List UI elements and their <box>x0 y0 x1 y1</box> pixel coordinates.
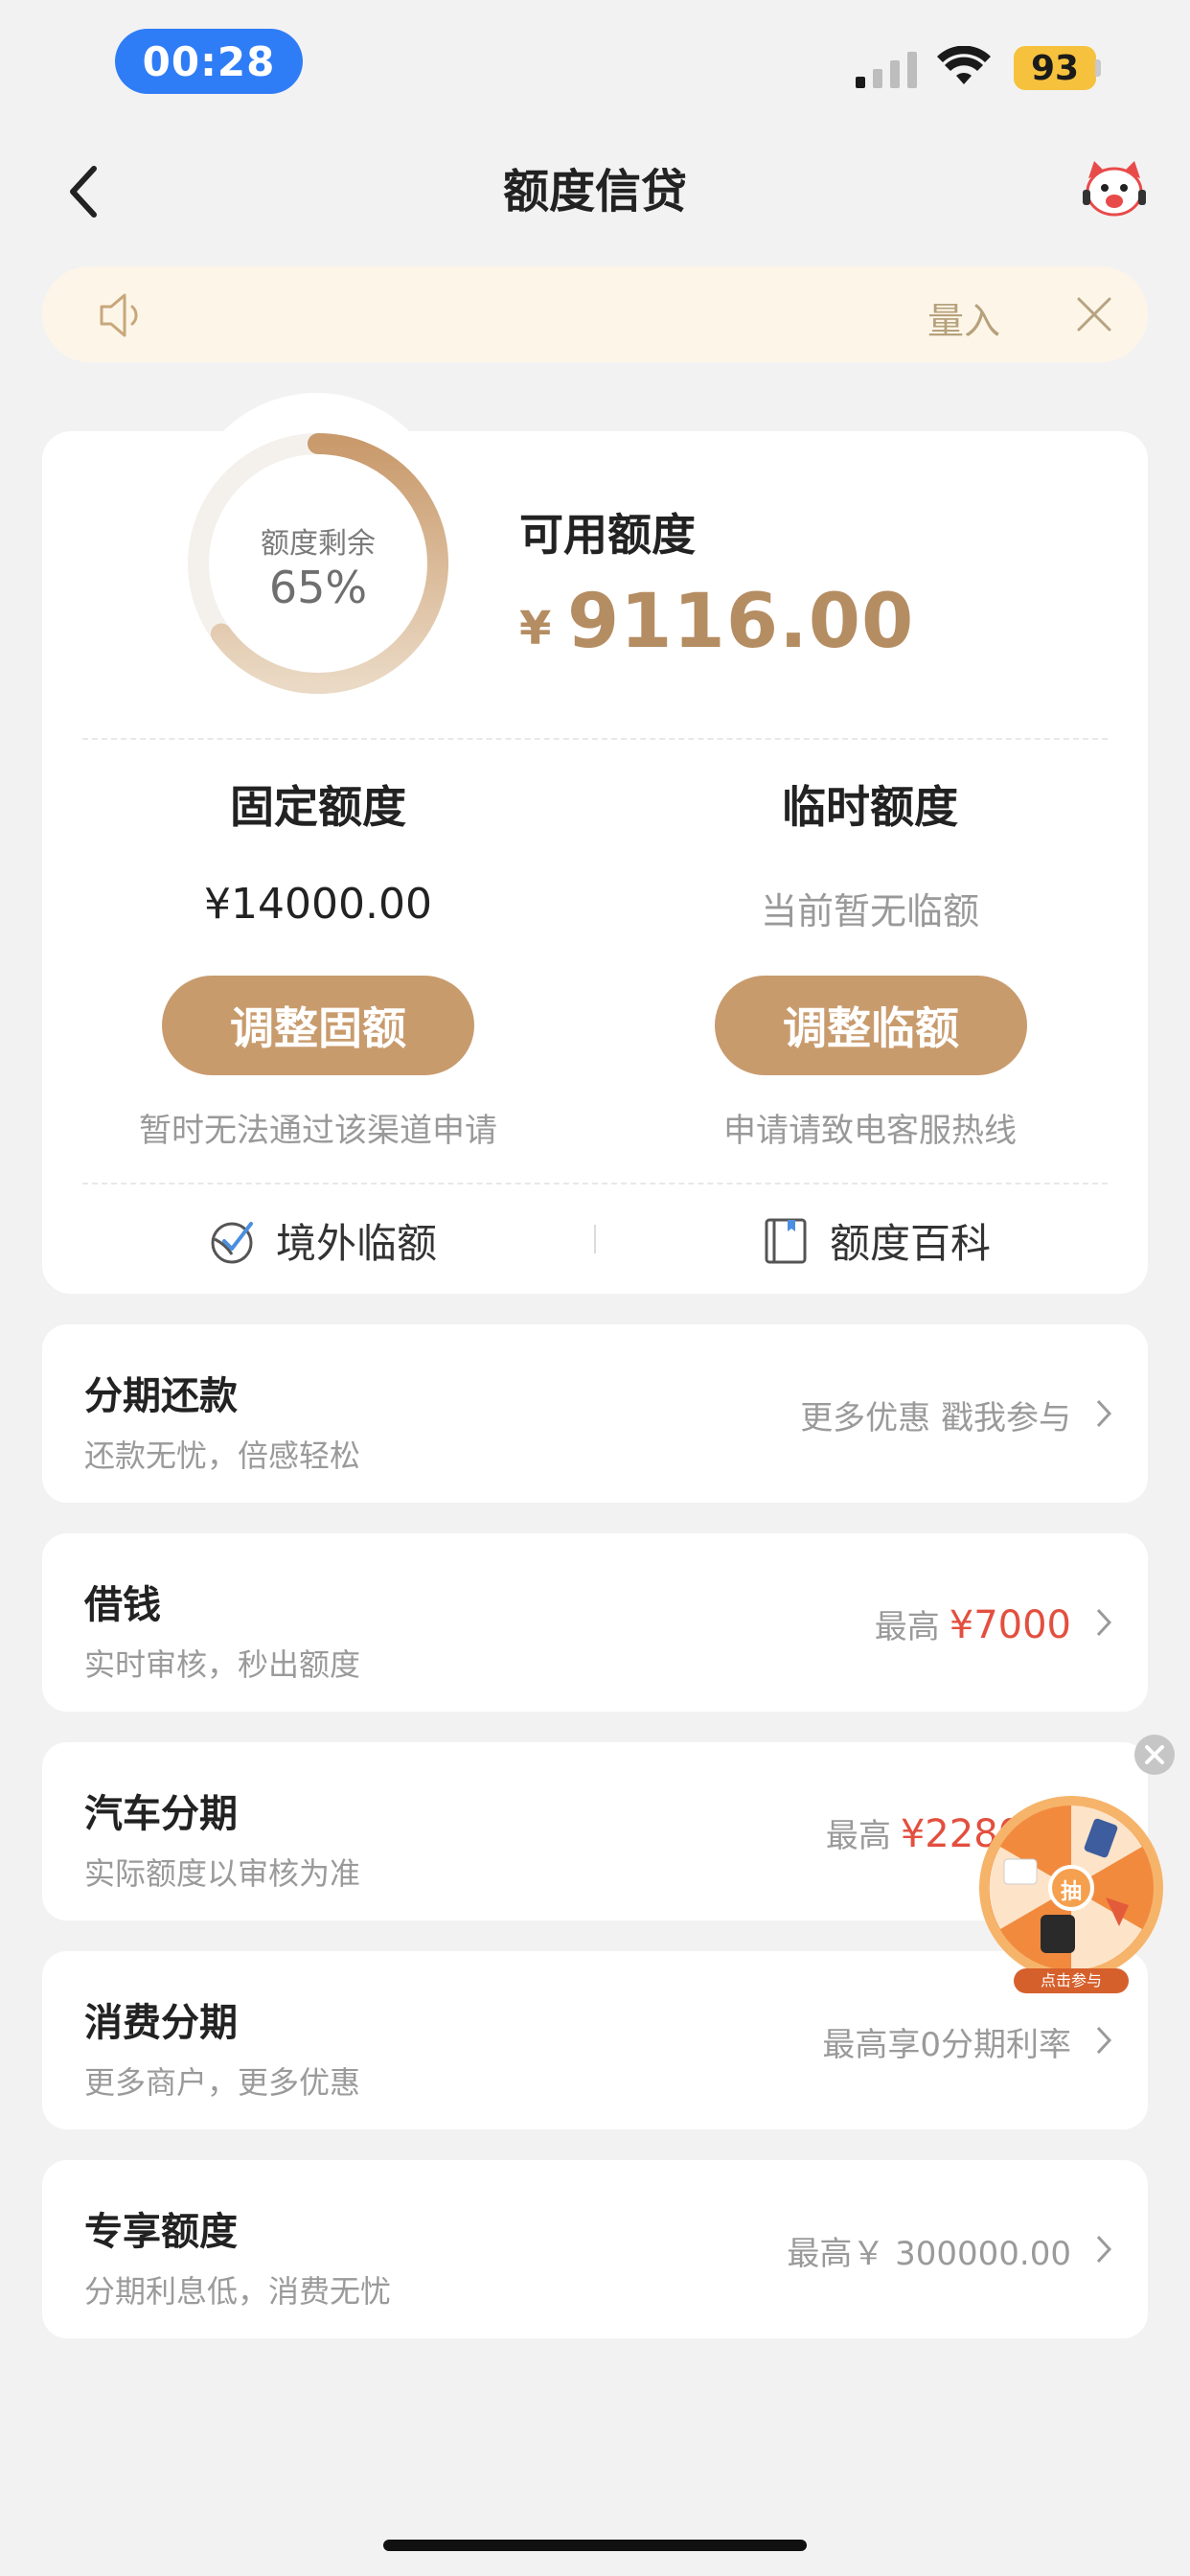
list-item-right-text: 最高￥ 300000.00 <box>787 2235 1071 2273</box>
link-separator <box>594 1225 596 1254</box>
list-item-borrow[interactable]: 借钱 实时审核，秒出额度 最高 ¥7000 <box>42 1533 1148 1712</box>
mascot-service-icon[interactable] <box>1081 159 1148 218</box>
list-item-amount: ¥7000 <box>949 1603 1071 1647</box>
list-item-right-text: 更多优惠 戳我参与 <box>800 1399 1071 1438</box>
home-indicator <box>383 2540 807 2551</box>
chevron-right-icon <box>1096 2026 1112 2055</box>
list-item-title: 分期还款 <box>84 1374 238 1418</box>
adjust-fixed-credit-button[interactable]: 调整固额 <box>162 976 474 1075</box>
adjust-temp-credit-button[interactable]: 调整临额 <box>715 976 1027 1075</box>
overseas-link-label: 境外临额 <box>276 1220 438 1267</box>
list-item-right-text: 最高 <box>874 1608 940 1646</box>
chevron-right-icon <box>1096 1608 1112 1637</box>
close-icon <box>1145 1745 1164 1764</box>
list-item-title: 汽车分期 <box>84 1792 238 1836</box>
list-item-subtitle: 实时审核，秒出额度 <box>84 1646 361 1683</box>
list-item-subtitle: 实际额度以审核为准 <box>84 1855 361 1892</box>
wheel-center-label: 抽 <box>1060 1880 1082 1904</box>
page-title: 额度信贷 <box>502 165 687 218</box>
close-wheel-button[interactable] <box>1134 1735 1175 1775</box>
cellular-signal-icon <box>856 52 917 88</box>
divider <box>82 1183 1108 1184</box>
battery-tip <box>1095 59 1101 77</box>
list-item-title: 消费分期 <box>84 2001 238 2045</box>
available-currency: ¥ <box>519 602 552 656</box>
notice-text: 量入 <box>927 300 1001 342</box>
list-item-subtitle: 分期利息低，消费无忧 <box>84 2273 392 2310</box>
list-item-installment-repay[interactable]: 分期还款 还款无忧，倍感轻松 更多优惠 戳我参与 <box>42 1324 1148 1503</box>
wiki-link-label: 额度百科 <box>830 1220 992 1267</box>
available-credit-amount: 9116.00 <box>567 579 915 665</box>
fixed-credit-value: ¥14000.00 <box>204 880 432 929</box>
close-icon[interactable] <box>1075 295 1113 334</box>
list-item-title: 专享额度 <box>84 2210 238 2254</box>
speaker-icon <box>100 293 138 337</box>
lucky-wheel-widget[interactable]: 抽 点击参与 <box>975 1792 1167 1993</box>
globe-check-icon <box>211 1221 253 1263</box>
notice-bar[interactable]: 量入 <box>42 266 1148 362</box>
list-item-subtitle: 更多商户，更多优惠 <box>84 2064 361 2101</box>
fixed-credit-note: 暂时无法通过该渠道申请 <box>139 1112 497 1150</box>
list-item-right-text: 最高享0分期利率 <box>822 2026 1071 2064</box>
overseas-temp-credit-link[interactable]: 境外临额 <box>207 1211 437 1270</box>
temp-credit-title: 临时额度 <box>782 781 958 833</box>
list-item-title: 借钱 <box>84 1583 161 1627</box>
status-time: 00:28 <box>115 29 303 94</box>
list-item-right-text: 最高 <box>825 1817 891 1855</box>
divider <box>82 738 1108 740</box>
wheel-caption: 点击参与 <box>1014 1968 1129 1993</box>
list-item-subtitle: 还款无忧，倍感轻松 <box>84 1438 361 1474</box>
chevron-right-icon <box>1096 2235 1112 2264</box>
credit-wiki-link[interactable]: 额度百科 <box>761 1211 991 1270</box>
wifi-icon <box>937 46 991 84</box>
ring-label: 额度剩余 <box>261 527 376 561</box>
list-item-exclusive-credit[interactable]: 专享额度 分期利息低，消费无忧 最高￥ 300000.00 <box>42 2160 1148 2338</box>
battery-indicator: 93 <box>1014 46 1096 90</box>
chevron-right-icon <box>1096 1399 1112 1428</box>
ring-percent: 65% <box>268 562 368 613</box>
book-icon <box>765 1218 807 1263</box>
fixed-credit-title: 固定额度 <box>230 781 406 833</box>
available-credit-label: 可用额度 <box>519 509 696 561</box>
temp-credit-value: 当前暂无临额 <box>760 890 979 932</box>
temp-credit-note: 申请请致电客服热线 <box>723 1112 1017 1150</box>
